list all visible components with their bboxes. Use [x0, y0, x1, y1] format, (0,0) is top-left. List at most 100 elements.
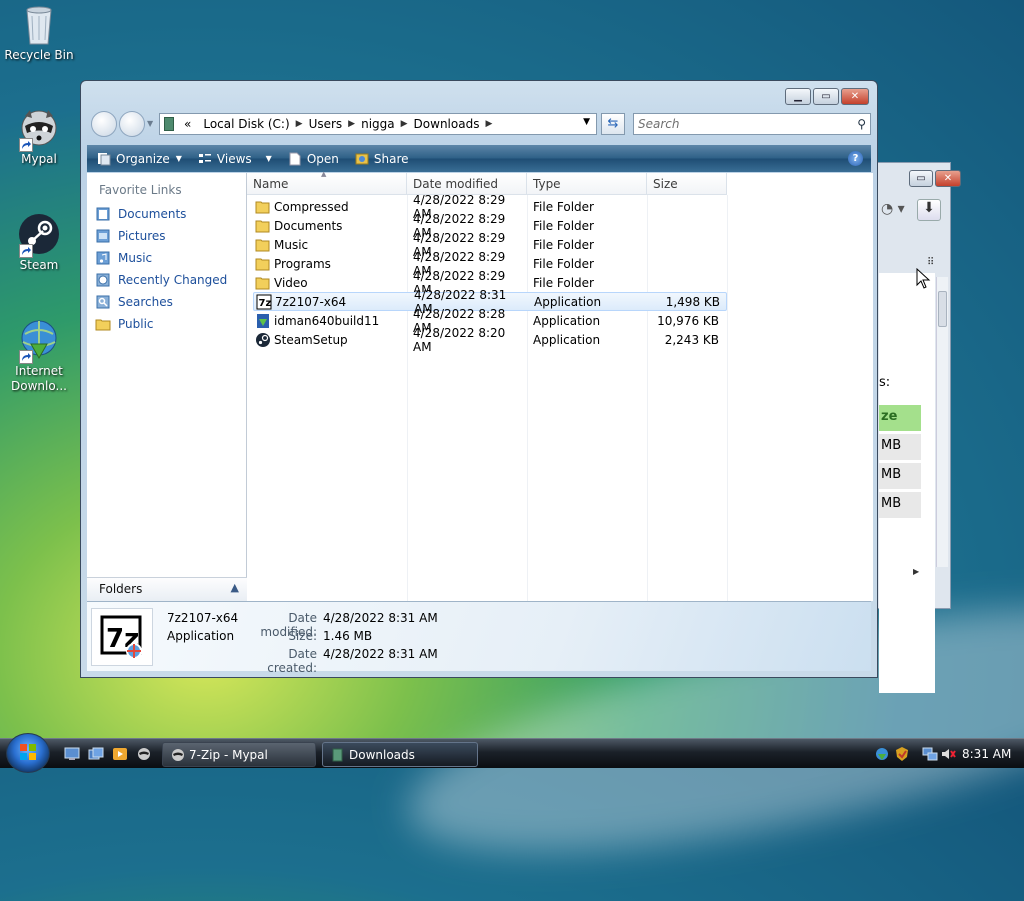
folders-label: Folders — [99, 582, 143, 596]
open-label: Open — [306, 151, 339, 166]
file-name: 7z2107-x64 — [275, 294, 347, 309]
views-icon — [198, 153, 211, 163]
table-cell-fragment: MB — [879, 463, 921, 489]
open-icon — [289, 152, 301, 165]
show-desktop-icon[interactable] — [64, 747, 80, 761]
table-cell-fragment: MB — [879, 434, 921, 460]
file-type: Application — [534, 294, 602, 309]
desktop-icon-label: Steam — [19, 258, 59, 272]
media-player-icon[interactable] — [112, 747, 128, 761]
idm-globe-icon — [17, 318, 61, 364]
favorite-link-music[interactable]: Music — [87, 247, 246, 269]
maximize-button[interactable]: ▭ — [813, 88, 839, 105]
taskbar-button-downloads[interactable]: Downloads — [322, 742, 478, 767]
searches-icon — [96, 295, 110, 309]
back-button[interactable] — [91, 111, 117, 137]
security-center-icon[interactable] — [894, 746, 910, 762]
download-arrow-icon[interactable]: ⬇ — [917, 199, 941, 221]
system-clock[interactable]: 8:31 AM — [962, 747, 1011, 761]
favorite-link-label: Searches — [118, 295, 173, 309]
idm-icon — [257, 313, 269, 328]
close-button[interactable]: ✕ — [935, 170, 961, 187]
open-button[interactable]: Open — [288, 152, 339, 166]
column-header-type[interactable]: Type — [527, 173, 647, 195]
file-type: File Folder — [533, 237, 594, 252]
desktop-icon-label: Mypal — [21, 152, 57, 166]
desktop-icon-label: Internet Downlo... — [11, 364, 67, 393]
background-browser-window[interactable]: _ ▭ ✕ ◔ ▾ ⬇ ⠿ s: ze MB MB MB ▶ — [874, 162, 961, 693]
favorite-link-searches[interactable]: Searches — [87, 291, 246, 313]
file-name: Music — [274, 237, 309, 252]
music-icon — [96, 251, 110, 265]
refresh-button[interactable]: ⇆ — [601, 113, 625, 135]
forward-button[interactable] — [119, 111, 145, 137]
scrollbar-thumb[interactable] — [938, 291, 947, 327]
mypal-raccoon-icon — [172, 749, 184, 761]
share-button[interactable]: Share — [355, 152, 409, 166]
recent-pages-dropdown-icon[interactable]: ▼ — [147, 119, 153, 128]
minimize-button[interactable]: ▁ — [785, 88, 811, 105]
breadcrumb-separator-icon[interactable]: ▶ — [401, 119, 408, 129]
breadcrumb-user-folder[interactable]: nigga — [361, 117, 395, 131]
list-item-steamsetup[interactable]: SteamSetup 4/28/2022 8:20 AM Application… — [253, 326, 727, 354]
maximize-button[interactable]: ▭ — [909, 170, 933, 187]
taskbar-button-label: Downloads — [349, 748, 415, 762]
breadcrumb-users[interactable]: Users — [309, 117, 343, 131]
column-header-name[interactable]: Name ▲ — [247, 170, 407, 195]
taskbar-button-7zip-mypal[interactable]: 7-Zip - Mypal — [162, 742, 316, 767]
search-input[interactable]: Search ⚲ — [633, 113, 871, 135]
public-folder-icon — [95, 319, 111, 331]
start-button[interactable] — [6, 733, 50, 773]
desktop-icon-mypal[interactable]: Mypal — [4, 106, 74, 167]
favorite-link-pictures[interactable]: Pictures — [87, 225, 246, 247]
network-icon[interactable] — [922, 746, 938, 762]
file-size: 10,976 KB — [657, 313, 719, 328]
breadcrumb-local-disk[interactable]: Local Disk (C:) — [203, 117, 289, 131]
breadcrumb-separator-icon[interactable]: ▶ — [296, 119, 303, 129]
desktop-icon-label: Recycle Bin — [4, 48, 74, 62]
history-dropdown-icon[interactable]: ◔ ▾ — [881, 201, 905, 217]
volume-muted-icon[interactable] — [940, 746, 956, 762]
browser-toolbar: ◔ ▾ ⬇ — [879, 199, 941, 223]
switch-windows-icon[interactable] — [88, 747, 104, 761]
close-button[interactable]: ✕ — [841, 88, 869, 105]
favorite-link-public[interactable]: Public — [87, 313, 246, 335]
favorite-link-recently-changed[interactable]: Recently Changed — [87, 269, 246, 291]
file-type: Application — [533, 332, 601, 347]
refresh-icon: ⇆ — [607, 116, 619, 131]
address-bar[interactable]: « Local Disk (C:) ▶ Users ▶ nigga ▶ Down… — [159, 113, 597, 135]
navigation-bar: ▼ « Local Disk (C:) ▶ Users ▶ nigga ▶ Do… — [89, 111, 871, 139]
folders-toggle[interactable]: Folders ▲ — [87, 577, 247, 601]
window-caption-buttons: ▁ ▭ ✕ — [785, 88, 869, 105]
breadcrumb-separator-icon[interactable]: ▶ — [485, 119, 492, 129]
desktop-icon-recycle-bin[interactable]: Recycle Bin — [4, 2, 74, 63]
scroll-right-icon[interactable]: ▶ — [913, 567, 919, 576]
organize-button[interactable]: Organize ▼ — [97, 152, 182, 166]
recycle-bin-icon — [17, 2, 61, 46]
views-button[interactable]: Views ▼ — [198, 152, 272, 166]
idm-tray-icon[interactable] — [874, 746, 890, 762]
desktop-icon-internet-download-manager[interactable]: Internet Downlo... — [4, 318, 74, 394]
breadcrumb-overflow[interactable]: « — [184, 117, 191, 131]
steam-icon — [17, 212, 61, 258]
mouse-cursor-icon — [916, 268, 931, 289]
table-header-fragment: ze — [879, 405, 921, 431]
mypal-raccoon-icon — [17, 106, 61, 152]
favorite-link-label: Music — [118, 251, 153, 265]
column-header-label: Type — [533, 177, 561, 191]
mypal-quicklaunch-icon[interactable] — [136, 747, 152, 761]
help-icon[interactable]: ? — [848, 151, 863, 166]
details-created-label: Date created: — [267, 647, 317, 675]
search-icon[interactable]: ⚲ — [857, 117, 866, 131]
details-file-type: Application — [167, 629, 235, 643]
favorite-link-documents[interactable]: Documents — [87, 203, 246, 225]
breadcrumb-downloads[interactable]: Downloads — [414, 117, 480, 131]
address-dropdown-icon[interactable]: ▼ — [583, 117, 590, 127]
breadcrumb-separator-icon[interactable]: ▶ — [348, 119, 355, 129]
desktop-icon-steam[interactable]: Steam — [4, 212, 74, 273]
page-scrollbar[interactable] — [936, 277, 948, 567]
file-name: Programs — [274, 256, 331, 271]
command-toolbar: Organize ▼ Views ▼ Open Share ? — [87, 145, 871, 172]
explorer-window[interactable]: ▁ ▭ ✕ ▼ « Local Disk (C:) ▶ Users ▶ nigg… — [80, 80, 878, 678]
column-header-size[interactable]: Size — [647, 173, 727, 195]
